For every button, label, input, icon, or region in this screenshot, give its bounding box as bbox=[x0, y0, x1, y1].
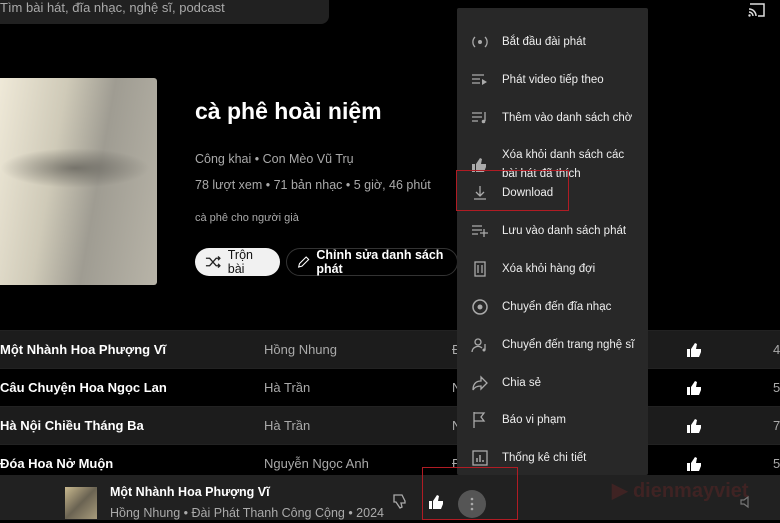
track-row[interactable]: Câu Chuyện Hoa Ngọc LanHà TrầnN5 bbox=[0, 368, 780, 406]
track-list: Một Nhành Hoa Phượng VĩHồng NhungĐ4Câu C… bbox=[0, 330, 780, 482]
play-next-icon bbox=[472, 74, 487, 85]
pencil-icon bbox=[297, 256, 310, 268]
menu-item-label: Phát video tiếp theo bbox=[502, 73, 604, 86]
track-artist[interactable]: Hồng Nhung bbox=[264, 342, 337, 357]
menu-item-add-to-queue[interactable]: Thêm vào danh sách chờ bbox=[457, 108, 648, 128]
shuffle-icon bbox=[205, 255, 221, 269]
playlist-owner: Công khai • Con Mèo Vũ Trụ bbox=[195, 152, 354, 166]
watermark-logo: ▶ dienmayviet bbox=[612, 480, 749, 502]
track-row[interactable]: Một Nhành Hoa Phượng VĩHồng NhungĐ4 bbox=[0, 330, 780, 368]
menu-item-label: Thống kê chi tiết bbox=[502, 451, 587, 464]
context-menu: Bắt đầu đài phát Phát video tiếp theo Thêm… bbox=[457, 8, 648, 475]
playlist-title: cà phê hoài niệm bbox=[195, 98, 382, 124]
edit-playlist-label: Chỉnh sửa danh sách phát bbox=[316, 248, 444, 276]
flag-icon bbox=[473, 412, 486, 428]
radio-icon bbox=[472, 36, 488, 48]
menu-item-flag[interactable]: Báo vi phạm bbox=[457, 410, 648, 430]
menu-item-album[interactable]: Chuyển đến đĩa nhạc bbox=[457, 297, 648, 317]
menu-item-radio[interactable]: Bắt đầu đài phát bbox=[457, 32, 648, 52]
share-icon bbox=[472, 375, 488, 391]
track-artist[interactable]: Hà Trần bbox=[264, 380, 310, 395]
thumbs-up-icon[interactable] bbox=[686, 380, 702, 396]
menu-item-label: Chuyển đến trang nghệ sĩ bbox=[502, 338, 635, 351]
playlist-add-icon bbox=[472, 225, 488, 237]
now-playing-title[interactable]: Một Nhành Hoa Phượng Vĩ bbox=[110, 485, 270, 499]
cast-icon[interactable] bbox=[748, 3, 766, 17]
menu-item-label: Báo vi phạm bbox=[502, 413, 566, 426]
menu-item-label: Bắt đầu đài phát bbox=[502, 35, 586, 48]
track-title: Câu Chuyện Hoa Ngọc Lan bbox=[0, 380, 167, 395]
thumbs-up-icon[interactable] bbox=[686, 342, 702, 358]
menu-item-trash[interactable]: Xóa khỏi hàng đợi bbox=[457, 259, 648, 279]
menu-item-label: Xóa khỏi hàng đợi bbox=[502, 262, 596, 275]
track-duration: 5 bbox=[773, 456, 780, 471]
menu-item-stats[interactable]: Thống kê chi tiết bbox=[457, 448, 648, 468]
track-artist[interactable]: Hà Trần bbox=[264, 418, 310, 433]
track-title: Một Nhành Hoa Phượng Vĩ bbox=[0, 342, 166, 357]
menu-item-playlist-add[interactable]: Lưu vào danh sách phát bbox=[457, 221, 648, 241]
download-highlight-box bbox=[456, 170, 569, 211]
track-row[interactable]: Hà Nội Chiều Tháng BaHà TrầnN7 bbox=[0, 406, 780, 444]
playlist-cover bbox=[0, 78, 157, 285]
track-duration: 4 bbox=[773, 342, 780, 357]
shuffle-label: Trộn bài bbox=[227, 248, 253, 276]
add-to-queue-icon bbox=[472, 112, 486, 124]
menu-item-label: Chia sẻ bbox=[502, 376, 541, 389]
menu-item-play-next[interactable]: Phát video tiếp theo bbox=[457, 70, 648, 90]
menu-item-label: Chuyển đến đĩa nhạc bbox=[502, 300, 612, 313]
menu-item-artist[interactable]: Chuyển đến trang nghệ sĩ bbox=[457, 335, 648, 355]
menu-item-label: Thêm vào danh sách chờ bbox=[502, 111, 633, 124]
track-duration: 5 bbox=[773, 380, 780, 395]
thumbs-up-icon[interactable] bbox=[686, 456, 702, 472]
menu-item-label: Lưu vào danh sách phát bbox=[502, 224, 627, 237]
edit-playlist-button[interactable]: Chỉnh sửa danh sách phát bbox=[286, 248, 458, 276]
playlist-description: cà phê cho người già bbox=[195, 212, 299, 224]
track-title: Đóa Hoa Nở Muộn bbox=[0, 456, 114, 471]
stats-icon bbox=[472, 450, 488, 466]
album-icon bbox=[472, 299, 488, 315]
player-buttons-highlight-box bbox=[422, 467, 518, 520]
menu-item-share[interactable]: Chia sẻ bbox=[457, 373, 648, 393]
thumbs-down-icon[interactable] bbox=[392, 493, 408, 509]
trash-icon bbox=[474, 261, 486, 277]
playlist-stats: 78 lượt xem • 71 bản nhạc • 5 giờ, 46 ph… bbox=[195, 178, 431, 192]
shuffle-button[interactable]: Trộn bài bbox=[195, 248, 280, 276]
track-title: Hà Nội Chiều Tháng Ba bbox=[0, 418, 144, 433]
artist-icon bbox=[471, 338, 486, 353]
now-playing-thumbnail bbox=[65, 487, 97, 519]
thumbs-up-icon[interactable] bbox=[686, 418, 702, 434]
search-input[interactable]: Tìm bài hát, đĩa nhạc, nghệ sĩ, podcast bbox=[0, 0, 329, 24]
track-duration: 7 bbox=[773, 418, 780, 433]
now-playing-subtitle: Hồng Nhung • Đài Phát Thanh Công Cộng • … bbox=[110, 506, 384, 520]
track-artist[interactable]: Nguyễn Ngọc Anh bbox=[264, 456, 369, 471]
